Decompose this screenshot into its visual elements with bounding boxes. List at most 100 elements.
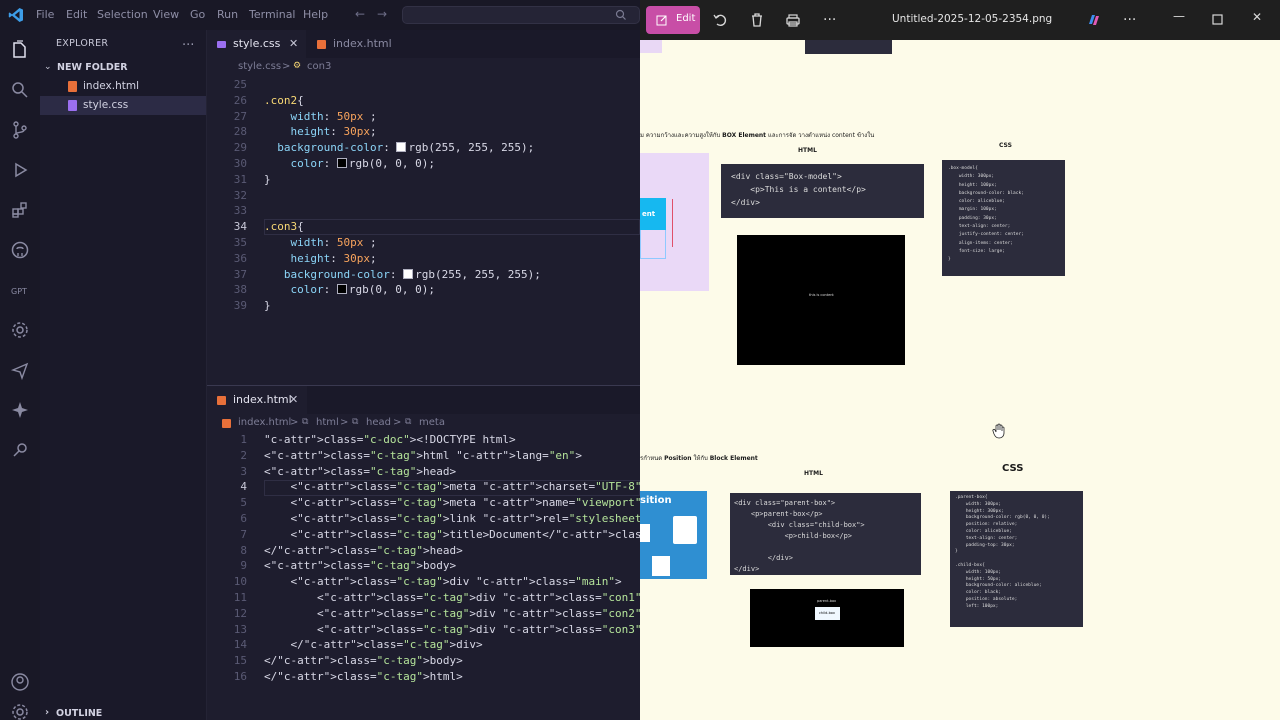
code-line[interactable]: height: 30px; (264, 125, 377, 138)
slide2-css-code: .parent-box{ width: 300px; height: 300px… (955, 495, 1050, 609)
menu-file[interactable]: File (36, 8, 54, 21)
delete-trash-icon[interactable] (749, 12, 765, 28)
code-line[interactable]: </"c-attr">class="c-tag">html> (264, 670, 463, 683)
account-icon[interactable] (10, 672, 30, 692)
code-line[interactable]: <"c-attr">class="c-tag">body> (264, 559, 456, 572)
code-line[interactable]: <"c-attr">class="c-tag">meta "c-attr">ch… (264, 480, 640, 493)
code-line[interactable]: <"c-attr">class="c-tag">title>Document</… (264, 528, 640, 541)
gpt-icon[interactable]: GPT (10, 280, 30, 300)
github-icon[interactable] (10, 240, 30, 260)
more-options-icon[interactable]: ... (1123, 8, 1136, 24)
breadcrumb-meta[interactable]: meta (419, 417, 445, 428)
more-options-icon[interactable]: ... (823, 8, 836, 24)
code-line[interactable]: <"c-attr">class="c-tag">head> (264, 465, 456, 478)
close-icon[interactable]: ✕ (289, 30, 298, 58)
menu-run[interactable]: Run (217, 8, 238, 21)
slide2-preview-parent-text: parent-box (817, 599, 837, 603)
code-line[interactable]: </"c-attr">class="c-tag">body> (264, 654, 463, 667)
code-line[interactable]: "c-attr">class="c-doc"><!DOCTYPE html> (264, 433, 516, 446)
manage-gear-icon[interactable] (10, 702, 30, 720)
tab-index-html[interactable]: index.html (307, 30, 401, 58)
file-row-style-css[interactable]: style.css (40, 96, 206, 115)
code-line[interactable]: <"c-attr">class="c-tag">div "c-attr">cla… (264, 607, 640, 620)
close-icon[interactable]: ✕ (289, 386, 298, 414)
slide1-content-box: ent (640, 198, 666, 230)
code-line[interactable]: <"c-attr">class="c-tag">html "c-attr">la… (264, 449, 582, 462)
menu-terminal[interactable]: Terminal (249, 8, 296, 21)
chevron-right-icon: › (45, 707, 50, 718)
menu-go[interactable]: Go (190, 8, 205, 21)
explorer-more-button[interactable]: ... (182, 34, 194, 49)
file-row-index-html[interactable]: index.html (40, 77, 206, 96)
code-line[interactable]: } (264, 173, 271, 186)
color-swatch[interactable] (336, 158, 347, 168)
line-number: 15 (233, 654, 247, 668)
forward-arrow-icon[interactable]: → (377, 7, 387, 21)
explorer-files-icon[interactable] (10, 40, 30, 60)
slide2-card-tile (652, 556, 670, 576)
sparkle-icon[interactable] (10, 400, 30, 420)
slide2-position-label: sition (640, 495, 672, 506)
code-line[interactable]: height: 30px; (264, 252, 377, 265)
code-line[interactable]: <"c-attr">class="c-tag">div "c-attr">cla… (264, 591, 640, 604)
back-arrow-icon[interactable]: ← (355, 7, 365, 21)
minimize-icon[interactable]: — (1173, 9, 1185, 23)
code-line[interactable]: <"c-attr">class="c-tag">div "c-attr">cla… (264, 575, 621, 588)
source-control-icon[interactable] (10, 120, 30, 140)
code-line[interactable]: </"c-attr">class="c-tag">div> (264, 638, 482, 651)
tab-style-css[interactable]: style.css ✕ (207, 30, 306, 58)
code-line[interactable]: <"c-attr">class="c-tag">div "c-attr">cla… (264, 623, 640, 636)
line-number: 4 (240, 480, 247, 494)
close-icon[interactable]: ✕ (1252, 10, 1262, 24)
run-debug-icon[interactable] (10, 160, 30, 180)
menu-view[interactable]: View (153, 8, 179, 21)
code-line[interactable]: width: 50px ; (264, 236, 377, 249)
code-line[interactable]: color: rgb(0, 0, 0); (264, 283, 435, 296)
print-icon[interactable] (785, 12, 801, 28)
code-line[interactable]: background-color: rgb(255, 255, 255); (264, 141, 534, 154)
remote-icon[interactable] (10, 440, 30, 460)
code-line[interactable]: .con3{ (264, 220, 304, 233)
chevron-down-icon: ⌄ (44, 62, 52, 72)
code-line[interactable]: <"c-attr">class="c-tag">meta "c-attr">na… (264, 496, 640, 509)
command-center-search[interactable] (402, 6, 640, 24)
breadcrumb-file[interactable]: index.html (238, 417, 291, 428)
settings-gear-icon[interactable] (10, 320, 30, 340)
html-file-icon (217, 396, 226, 405)
activity-bar: GPT (0, 30, 40, 720)
extensions-icon[interactable] (10, 200, 30, 220)
slide2-html-codebox: <div class="parent-box"> <p>parent-box</… (730, 493, 921, 575)
breadcrumb-symbol[interactable]: con3 (307, 61, 331, 72)
breadcrumb-html[interactable]: html (316, 417, 339, 428)
folder-row[interactable]: ⌄ NEW FOLDER (40, 58, 206, 77)
top-editor-tabbar: style.css ✕ index.html (207, 30, 640, 58)
copilot-icon[interactable] (1086, 12, 1102, 28)
breadcrumb-file[interactable]: style.css (238, 61, 281, 72)
line-number: 3 (240, 464, 247, 478)
tab-index-html[interactable]: index.html ✕ (207, 386, 307, 414)
outline-section[interactable]: › OUTLINE (40, 707, 206, 720)
code-line[interactable]: background-color: rgb(255, 255, 255); (264, 268, 541, 281)
breadcrumb-head[interactable]: head (366, 417, 391, 428)
rotate-icon[interactable] (712, 12, 728, 28)
code-line[interactable]: </"c-attr">class="c-tag">head> (264, 544, 463, 557)
color-swatch[interactable] (336, 284, 347, 295)
line-number: 2 (240, 448, 247, 462)
code-line[interactable]: width: 50px ; (264, 110, 377, 123)
edit-button[interactable]: Edit (646, 6, 700, 34)
line-number: 6 (240, 512, 247, 525)
color-swatch[interactable] (403, 268, 414, 279)
menu-help[interactable]: Help (303, 8, 328, 21)
menu-edit[interactable]: Edit (66, 8, 87, 21)
maximize-icon[interactable] (1212, 14, 1224, 26)
code-line[interactable]: } (264, 299, 271, 312)
code-line[interactable]: color: rgb(0, 0, 0); (264, 157, 435, 170)
menu-selection[interactable]: Selection (97, 8, 148, 21)
color-swatch[interactable] (396, 142, 407, 153)
code-line[interactable]: .con2{ (264, 94, 304, 107)
search-icon[interactable] (10, 80, 30, 100)
code-line[interactable]: <"c-attr">class="c-tag">link "c-attr">re… (264, 512, 640, 525)
line-number: 12 (233, 606, 247, 620)
line-number: 31 (233, 172, 247, 186)
send-icon[interactable] (10, 360, 30, 380)
